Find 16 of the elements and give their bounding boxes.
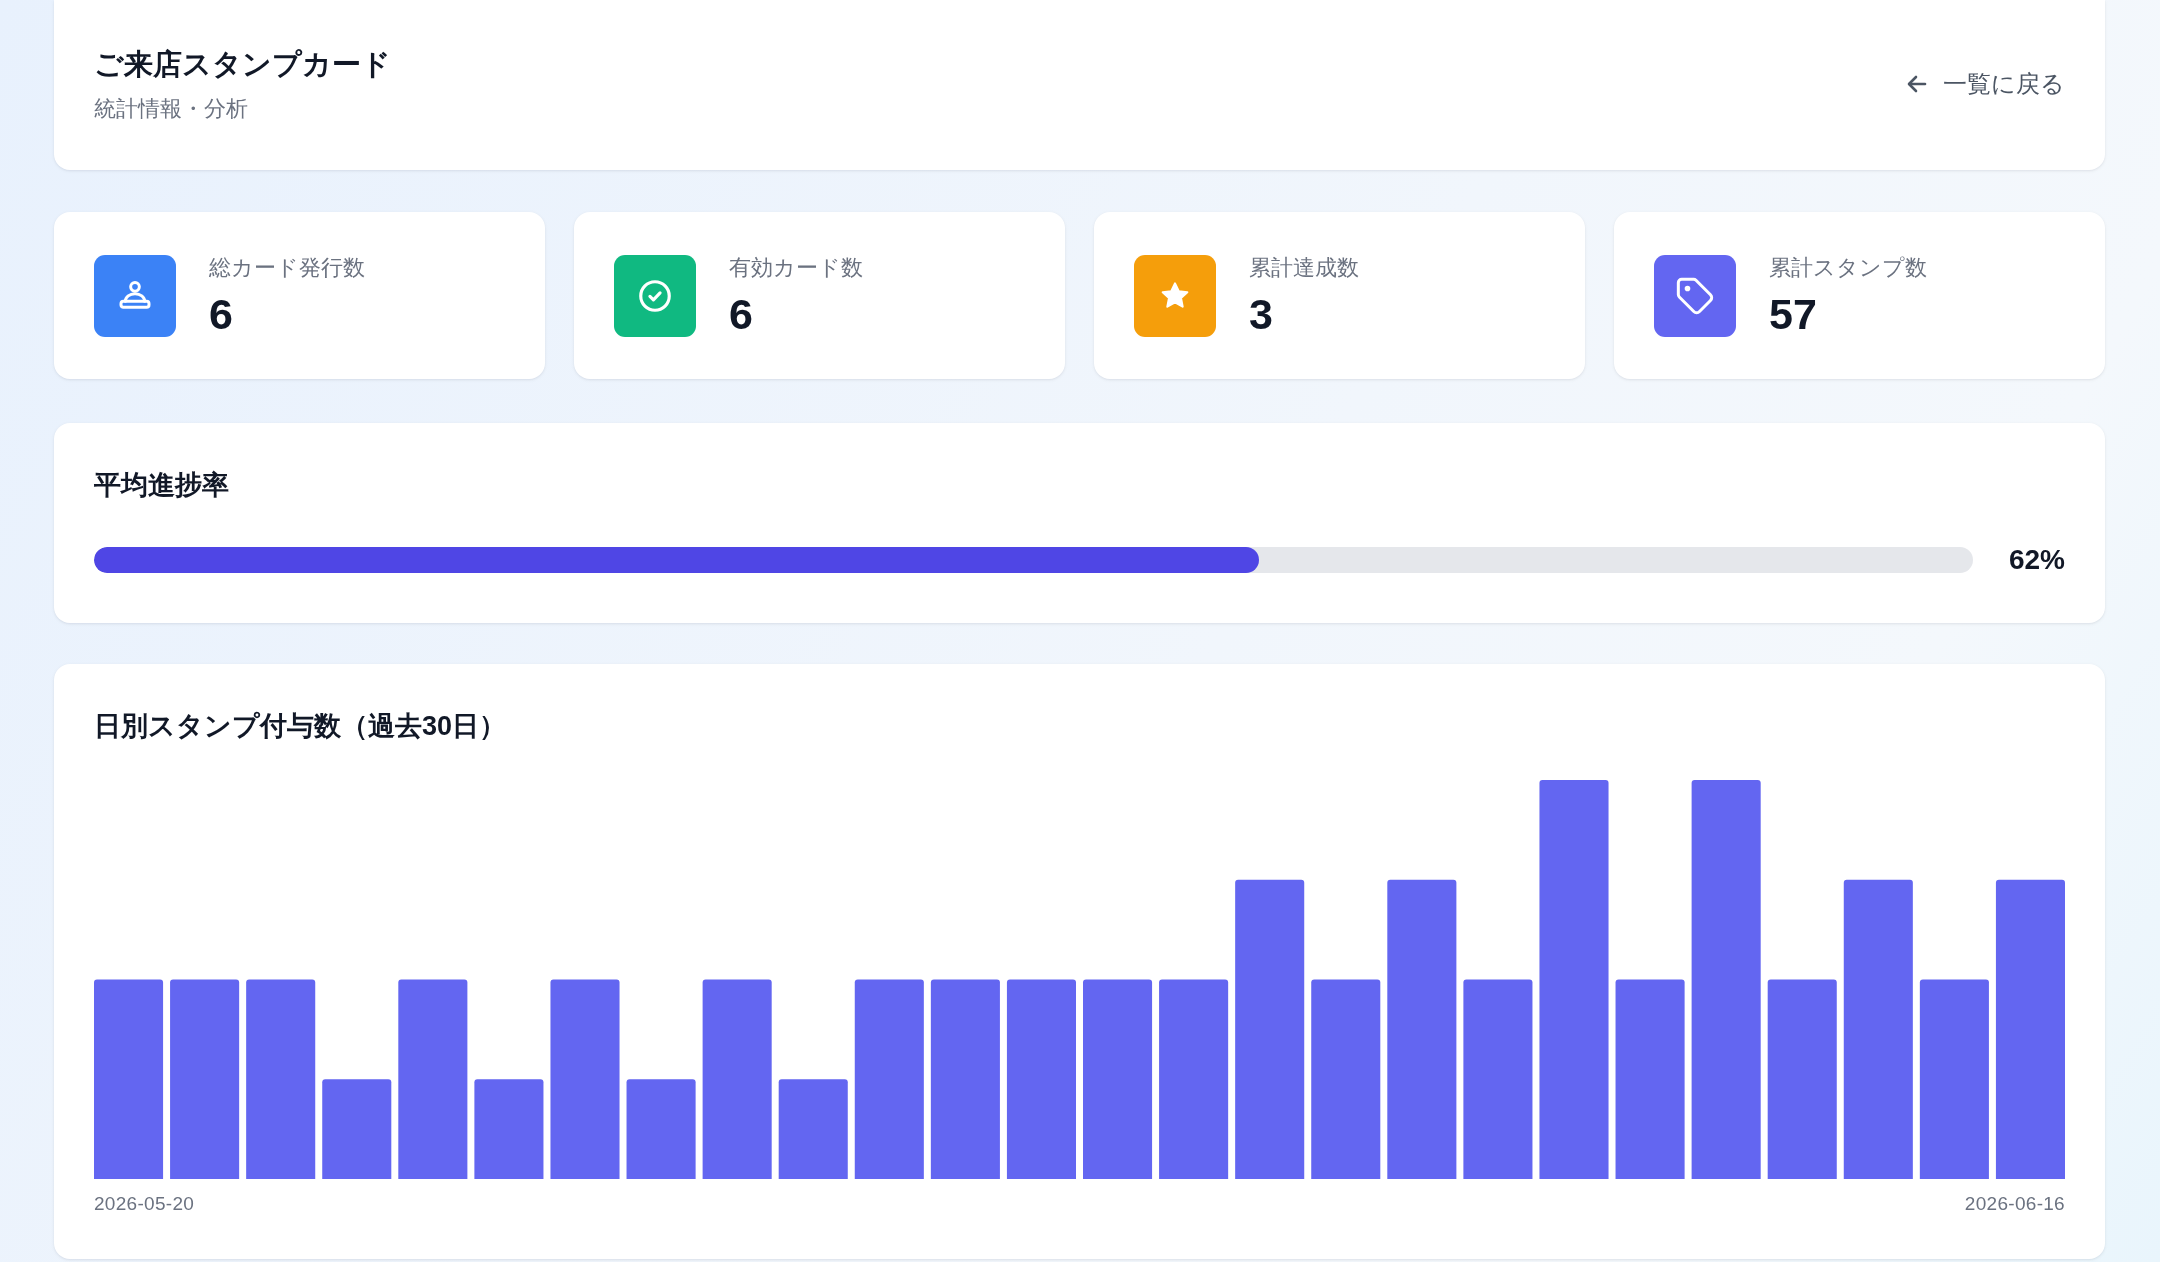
axis-label: 2026-06-16 — [1964, 1192, 2065, 1216]
stat-label: 有効カード数 — [729, 253, 863, 282]
progress-value: 62% — [2008, 543, 2065, 577]
chart-title: 日別スタンプ付与数（過去30日） — [94, 710, 508, 743]
stat-label: 総カード発行数 — [209, 253, 365, 282]
stat-value: 57 — [1769, 288, 1818, 339]
stat-value: 6 — [729, 288, 754, 339]
stat-value: 3 — [1249, 288, 1274, 339]
page-title: ご来店スタンプカード — [94, 47, 391, 82]
stat-value: 6 — [209, 288, 234, 339]
section-title: 平均進捗率 — [94, 469, 230, 502]
stat-label: 累計達成数 — [1249, 253, 1359, 282]
axis-label: 2026-05-20 — [94, 1192, 195, 1216]
back-link[interactable]: 一覧に戻る — [1905, 68, 2065, 100]
stat-label: 累計スタンプ数 — [1769, 253, 1927, 282]
page-subtitle: 統計情報・分析 — [94, 95, 249, 123]
